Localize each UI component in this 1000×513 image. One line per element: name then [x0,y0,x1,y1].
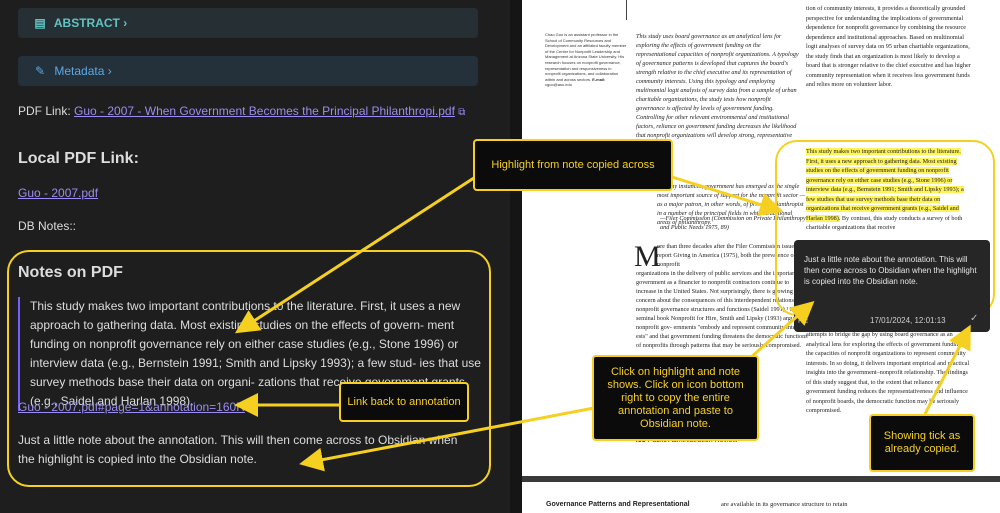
callout-highlight-copied: Highlight from note copied across [473,139,673,191]
email-value: cguo@asu.edu [545,82,572,88]
metadata-callout[interactable]: ✎ Metadata › [18,56,478,86]
popup-date: 17/01/2024, 12:01:13 [870,316,946,325]
popup-author: Ric [798,318,809,325]
metadata-label: Metadata [54,64,105,78]
pdf-column2-top: tion of community interests, it provides… [806,5,971,88]
clipboard-icon: ▤ [34,16,46,30]
author-bio: Chao Guo is an assistant professor in th… [545,32,627,88]
local-pdf-link[interactable]: Guo - 2007.pdf [18,186,98,200]
notes-highlight-frame [7,250,491,487]
abstract-label: ABSTRACT [53,16,120,30]
chevron-right-icon: › [107,64,112,78]
callout-click-highlight: Click on highlight and note shows. Click… [592,355,759,441]
pencil-icon: ✎ [34,64,46,78]
abstract-callout[interactable]: ▤ ABSTRACT › [18,8,478,38]
pdf-column2-bottom: attempts to bridge the gap by using boar… [806,331,970,414]
annotation-popup[interactable]: Just a little note about the annotation.… [794,240,990,332]
author-bio-text: Chao Guo is an assistant professor in th… [545,32,627,82]
pdf-link[interactable]: Guo - 2007 - When Government Becomes the… [74,104,455,118]
chevron-right-icon: › [123,16,128,30]
external-link-icon[interactable]: ⧉ [458,107,465,118]
callout-link-back: Link back to annotation [339,382,469,422]
pdf-page-2: Governance Patterns and Representational… [522,482,1000,513]
check-icon[interactable]: ✓ [970,313,978,324]
pane-divider[interactable] [510,0,522,513]
pdf-abstract: This study uses board governance as an a… [636,33,799,148]
db-notes-label: DB Notes:: [18,219,77,233]
pdf-link-row: PDF Link: Guo - 2007 - When Government B… [18,104,465,118]
local-pdf-heading: Local PDF Link: [18,150,139,167]
column-rule [626,0,627,20]
email-label: E-mail: [592,76,606,82]
popup-note-text: Just a little note about the annotation.… [804,255,977,286]
pdf-page2-text: are available in its governance structur… [721,501,848,508]
pdf-section-heading: Governance Patterns and Representational [546,501,690,508]
pdf-link-label: PDF Link: [18,104,71,118]
callout-tick-copied: Showing tick as already copied. [869,414,975,472]
